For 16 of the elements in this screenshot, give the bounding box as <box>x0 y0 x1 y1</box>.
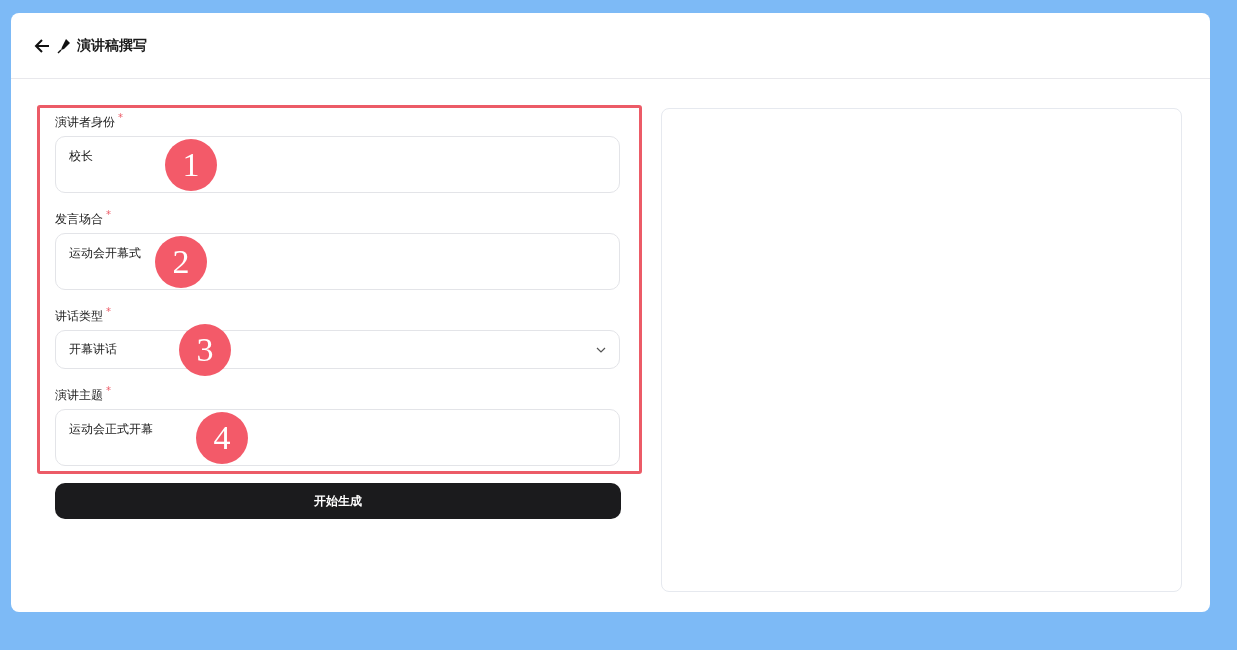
generate-button[interactable]: 开始生成 <box>55 483 621 519</box>
chevron-down-icon <box>596 346 606 353</box>
field-label: 演讲者身份 <box>55 114 115 131</box>
required-mark: * <box>106 210 111 220</box>
page-title: 演讲稿撰写 <box>77 36 147 55</box>
required-mark: * <box>106 307 111 317</box>
field-label: 演讲主题 <box>55 387 103 404</box>
required-mark: * <box>118 113 123 123</box>
callout-number: 3 <box>179 323 231 376</box>
required-mark: * <box>106 386 111 396</box>
field-label: 发言场合 <box>55 211 103 228</box>
callout-number: 1 <box>165 138 217 191</box>
field-label: 讲话类型 <box>55 308 103 325</box>
back-arrow-icon[interactable] <box>33 36 51 55</box>
callout-number: 2 <box>155 235 207 288</box>
callout-number: 4 <box>196 411 248 464</box>
